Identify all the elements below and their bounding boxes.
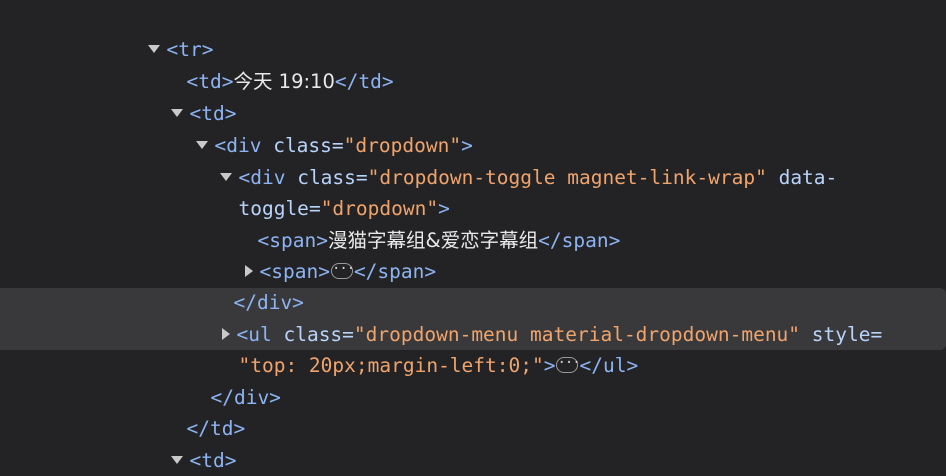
- node-ul-dropdown-menu-cont: "top: 20px;margin-left:0;"> ···</ul>: [215, 319, 946, 377]
- node-div-dropdown-toggle-cont: toggle="dropdown">: [215, 162, 946, 220]
- tag-open: <td: [189, 449, 225, 472]
- expanded-triangle-icon[interactable]: [171, 455, 184, 464]
- node-td-time[interactable]: <td>今天 19:10</td>: [163, 35, 946, 93]
- expanded-triangle-icon[interactable]: [148, 44, 161, 53]
- node-span-group[interactable]: <span>漫猫字幕组&爱恋字幕组</span>: [234, 194, 946, 252]
- tag-close: >: [224, 449, 237, 472]
- node-div-close: </div>: [187, 351, 946, 409]
- node-td-close: </td>: [163, 382, 946, 440]
- node-td[interactable]: <td>: [148, 414, 946, 472]
- node-div-dropdown-toggle[interactable]: <div class="dropdown-toggle magnet-link-…: [197, 131, 946, 189]
- node-div-dropdown[interactable]: <div class="dropdown">: [173, 99, 946, 157]
- node-tr[interactable]: <tr>: [125, 3, 946, 61]
- node-div-close: </div>: [210, 256, 946, 314]
- node-td[interactable]: <td>: [148, 67, 946, 125]
- node-ul-dropdown-menu[interactable]: <ul class="dropdown-menu material-dropdo…: [199, 288, 946, 346]
- node-span-collapsed[interactable]: <span> ···</span>: [222, 225, 946, 283]
